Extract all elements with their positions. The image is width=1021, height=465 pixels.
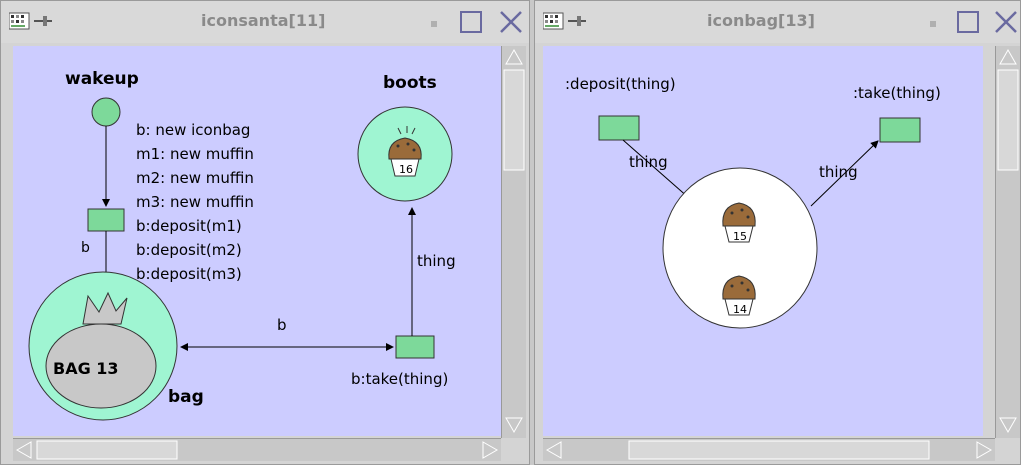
bag-label: bag	[168, 387, 204, 407]
code-line: b:deposit(m2)	[136, 241, 242, 259]
deposit-transition[interactable]	[87, 208, 125, 232]
code-line: m2: new muffin	[136, 169, 254, 187]
maximize-icon[interactable]	[460, 11, 482, 33]
iconbag-window: iconbag[13] :deposit(thing) thing :take(…	[534, 0, 1021, 465]
maximize-icon[interactable]	[957, 11, 979, 33]
edge-label-b: b	[81, 240, 90, 256]
take-transition[interactable]	[879, 117, 921, 143]
close-icon[interactable]	[995, 11, 1017, 33]
bag-text: BAG 13	[53, 359, 119, 378]
take-transition[interactable]	[395, 335, 435, 359]
muffin-number: 16	[399, 163, 413, 176]
vertical-scrollbar[interactable]	[995, 46, 1020, 438]
code-line: m1: new muffin	[136, 145, 254, 163]
code-line: b:deposit(m3)	[136, 265, 242, 283]
minimize-icon[interactable]	[930, 21, 936, 27]
code-line: b:deposit(m1)	[136, 217, 242, 235]
wakeup-label: wakeup	[65, 69, 139, 89]
deposit-transition[interactable]	[598, 115, 640, 141]
code-lines: b: new iconbag m1: new muffin m2: new mu…	[136, 121, 254, 283]
pin-icon[interactable]	[33, 13, 53, 29]
wakeup-place[interactable]	[91, 97, 121, 127]
edge-label-thing-right: thing	[819, 163, 858, 181]
diagram-canvas[interactable]: :deposit(thing) thing :take(thing) thing…	[543, 46, 983, 436]
title-bar[interactable]: iconbag[13]	[535, 1, 1020, 43]
window-controls	[431, 11, 522, 33]
boots-label: boots	[383, 73, 437, 93]
edge-label-thing: thing	[417, 252, 456, 270]
diagram-canvas[interactable]: wakeup b: new iconbag m1: new muffin m2:…	[13, 46, 501, 436]
take-label: :take(thing)	[853, 84, 941, 102]
code-line: m3: new muffin	[136, 193, 254, 211]
close-icon[interactable]	[500, 11, 522, 33]
minimize-icon[interactable]	[431, 21, 437, 27]
edge-label-thing-left: thing	[629, 153, 668, 171]
take-label: b:take(thing)	[351, 370, 448, 388]
vertical-scrollbar[interactable]	[501, 46, 526, 438]
deposit-label: :deposit(thing)	[565, 75, 676, 93]
pin-icon[interactable]	[567, 13, 587, 29]
window-title: iconbag[13]	[707, 11, 815, 30]
window-controls	[930, 11, 1017, 33]
horizontal-scrollbar[interactable]	[543, 438, 995, 461]
window-title: iconsanta[11]	[201, 11, 326, 30]
horizontal-scrollbar[interactable]	[13, 438, 501, 461]
code-line: b: new iconbag	[136, 121, 250, 139]
iconsanta-window: iconsanta[11] wakeup b: new iconbag m1: …	[0, 0, 530, 465]
edge-label-b-mid: b	[277, 316, 287, 334]
muffin-number: 15	[733, 230, 747, 243]
title-bar[interactable]: iconsanta[11]	[1, 1, 529, 43]
muffin-number: 14	[733, 303, 747, 316]
